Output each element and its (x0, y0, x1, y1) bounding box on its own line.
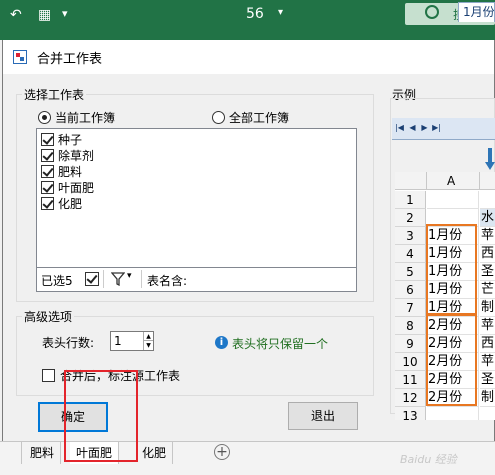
sheet-name: 化肥 (58, 197, 83, 211)
cell-b: 水 (480, 209, 495, 227)
arrow-down-icon (485, 148, 495, 170)
list-item[interactable]: 化肥 (41, 195, 82, 212)
exit-button[interactable]: 退出 (288, 402, 358, 430)
list-item[interactable]: 除草剂 (41, 147, 94, 164)
cell-b: 芒 (480, 281, 495, 299)
excel-logo-icon: ▦ (38, 7, 52, 23)
watermark-logo: Baidu 经验 (400, 453, 457, 466)
dialog-title-bar: 合并工作表 (3, 40, 494, 74)
sheet-name: 种子 (58, 133, 83, 147)
column-header-row: A (395, 172, 495, 190)
app-icon (13, 50, 27, 64)
cell-b: 制 (480, 299, 495, 317)
row-number: 2 (395, 209, 426, 227)
sheetname-contains-label: 表名含: (147, 274, 188, 288)
info-icon: i (215, 336, 228, 349)
radio-current-dot[interactable] (38, 111, 51, 124)
sheet-name: 叶面肥 (58, 181, 95, 195)
sheet-checkbox[interactable] (41, 181, 54, 194)
add-sheet-icon[interactable]: + (214, 444, 230, 460)
advanced-options-label: 高级选项 (22, 308, 75, 325)
cell-b: 苹 (480, 353, 495, 371)
stepper-down-icon[interactable]: ▼ (143, 341, 153, 350)
radio-current-workbook[interactable]: 当前工作簿 (38, 109, 115, 126)
search-icon (425, 5, 439, 19)
next-sheet-icon: ▶ (421, 123, 428, 132)
sheet-checkbox[interactable] (41, 149, 54, 162)
cell-b: 圣 (480, 263, 495, 281)
tab-sheet-huafei[interactable]: 化肥 (136, 442, 174, 464)
header-rows-label: 表头行数: (42, 336, 95, 350)
tab-scroll-area (0, 442, 22, 464)
row-number: 1 (395, 191, 426, 209)
filter-icon[interactable] (111, 272, 125, 286)
zoom-value: 56 (246, 6, 264, 22)
undo-icon[interactable]: ↶ (10, 7, 22, 23)
row-number: 12 (395, 389, 426, 407)
cell-a (427, 407, 479, 420)
dropdown-arrow-icon[interactable]: ▾ (62, 7, 68, 20)
row-number: 13 (395, 407, 426, 420)
header-rows-value: 1 (114, 334, 122, 348)
red-annotation-box (64, 370, 138, 462)
cell-b (480, 407, 495, 420)
cell-b (480, 191, 495, 209)
list-item[interactable]: 叶面肥 (41, 179, 94, 196)
row-number: 3 (395, 227, 426, 245)
excel-title-bar: ↶ ▦ ▾ 56 ▾ 搜索 (0, 0, 495, 30)
example-sheet-tab-bar: |◀ ◀ ▶ ▶| (392, 118, 495, 140)
prev-sheet-icon: ◀ (409, 123, 416, 132)
cell-b: 圣 (480, 371, 495, 389)
row-number: 9 (395, 335, 426, 353)
select-all-checkbox[interactable] (85, 272, 99, 286)
filter-dropdown-icon[interactable]: ▾ (127, 271, 132, 281)
cell-b: 苹 (480, 317, 495, 335)
row-number: 7 (395, 299, 426, 317)
tab-sheet-feiliao[interactable]: 肥料 (24, 442, 62, 464)
last-sheet-icon: ▶| (432, 123, 441, 132)
first-sheet-icon: |◀ (395, 123, 404, 132)
sheet-checkbox[interactable] (41, 133, 54, 146)
row-number: 6 (395, 281, 426, 299)
radio-all-dot[interactable] (212, 111, 225, 124)
cell-b: 制 (480, 389, 495, 407)
divider (103, 270, 104, 288)
select-sheets-group-label: 选择工作表 (22, 86, 87, 103)
example-sheet-tab: 1月份 (458, 2, 495, 22)
cell-b: 西 (480, 245, 495, 263)
chevron-down-icon[interactable]: ▾ (278, 7, 283, 18)
cell-b: 西 (480, 335, 495, 353)
sheet-name: 除草剂 (58, 149, 95, 163)
info-text: 表头将只保留一个 (232, 337, 329, 351)
header-rows-stepper[interactable]: 1 ▲ ▼ (110, 331, 154, 351)
orange-highlight-jan (426, 224, 477, 315)
selected-count: 已选5 (41, 274, 73, 288)
sheet-checkbox[interactable] (41, 197, 54, 210)
cell-a (427, 191, 479, 209)
radio-all-label: 全部工作簿 (229, 111, 290, 125)
row-number: 8 (395, 317, 426, 335)
column-header-a: A (447, 174, 456, 188)
dialog-title: 合并工作表 (37, 52, 103, 67)
row-number: 5 (395, 263, 426, 281)
row-number: 10 (395, 353, 426, 371)
mark-source-checkbox[interactable] (42, 369, 55, 382)
cell-b: 苹 (480, 227, 495, 245)
list-item[interactable]: 种子 (41, 131, 82, 148)
sheet-list[interactable]: 种子 除草剂 肥料 叶面肥 化肥 (36, 128, 357, 268)
divider (141, 270, 142, 288)
row-number: 11 (395, 371, 426, 389)
radio-current-label: 当前工作簿 (55, 111, 116, 125)
sheet-checkbox[interactable] (41, 165, 54, 178)
sheetname-contains-input[interactable] (202, 270, 238, 288)
selection-toolbar: 已选5 ▾ 表名含: (36, 268, 357, 292)
row-number: 4 (395, 245, 426, 263)
list-item[interactable]: 肥料 (41, 163, 82, 180)
stepper-up-icon[interactable]: ▲ (143, 332, 153, 341)
sheet-name: 肥料 (58, 165, 83, 179)
orange-highlight-feb (426, 314, 477, 406)
excel-ribbon-strip (0, 30, 495, 40)
radio-all-workbooks[interactable]: 全部工作簿 (212, 109, 289, 126)
